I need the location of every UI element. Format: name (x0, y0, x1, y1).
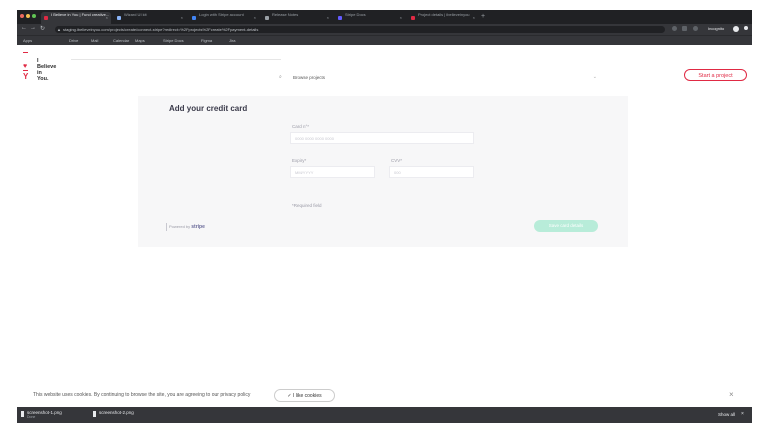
close-tab-icon[interactable]: × (106, 15, 108, 20)
card-number-field[interactable]: 0000 0000 0000 0000 (290, 132, 474, 144)
forward-icon[interactable]: → (30, 25, 36, 31)
key-icon[interactable] (672, 26, 677, 31)
cookie-banner: This website uses cookies. By continuing… (17, 386, 752, 407)
logo-bar (23, 70, 28, 71)
incognito-icon[interactable] (693, 26, 698, 31)
expiry-label: Expiry* (292, 158, 307, 163)
bookmark-item[interactable]: Stripe Docs (163, 38, 184, 43)
site-header: ♥ Y I Believe in You. ⌕ Browse projects … (17, 45, 752, 86)
site-favicon-icon (411, 16, 415, 20)
accept-cookies-label: I like cookies (292, 393, 322, 399)
close-icon[interactable]: × (729, 390, 734, 399)
start-project-button[interactable]: Start a project (684, 69, 747, 81)
browser-toolbar: ← → ↻ ▲ staging.ibelieveinyou.com/projec… (17, 24, 752, 35)
close-downloads-icon[interactable]: × (741, 411, 744, 417)
close-tab-icon[interactable]: × (254, 15, 256, 20)
site-favicon-icon (117, 16, 121, 20)
cvv-field[interactable]: 000 (389, 166, 474, 178)
file-icon (21, 411, 24, 417)
tab-label: Release Notes (272, 12, 299, 17)
bookmark-item[interactable]: Mail (91, 38, 98, 43)
arrow-icon[interactable]: ⌄ (593, 74, 597, 80)
expiry-field[interactable]: MM/YYYY (290, 166, 375, 178)
tab-label: I Believe in You | Fund creative... (51, 12, 110, 17)
logo-bar (23, 52, 28, 53)
browser-tab[interactable]: Release Notes × (262, 12, 332, 24)
logo-line: You. (37, 76, 49, 82)
tab-label: Wizard UI kit (124, 12, 147, 17)
close-window-icon[interactable] (20, 14, 24, 18)
bookmark-item[interactable]: Apps (23, 38, 32, 43)
save-card-button[interactable]: Save card details (534, 220, 598, 232)
downloads-bar: screenshot-1.png Done screenshot-2.png S… (17, 407, 752, 423)
header-divider (71, 59, 281, 60)
required-note: *Required field (292, 203, 322, 208)
browser-window: I Believe in You | Fund creative... × Wi… (17, 10, 752, 423)
reload-icon[interactable]: ↻ (40, 25, 45, 32)
powered-by-stripe: Powered by stripe (166, 223, 205, 231)
download-item[interactable]: screenshot-1.png Done (27, 410, 62, 419)
close-tab-icon[interactable]: × (181, 15, 183, 20)
stripe-logo: stripe (191, 224, 205, 230)
download-name: screenshot-2.png (99, 410, 134, 415)
menu-icon[interactable] (744, 26, 748, 30)
bookmark-item[interactable]: Figma (201, 38, 212, 43)
file-icon (93, 411, 96, 417)
lock-icon: ▲ (57, 27, 61, 32)
close-tab-icon[interactable]: × (473, 15, 475, 20)
minimize-window-icon[interactable] (26, 14, 30, 18)
brand-logo[interactable]: ♥ Y I Believe in You. (23, 51, 63, 82)
page-title: Add your credit card (169, 104, 248, 113)
cvv-label: CVV* (391, 158, 403, 163)
close-tab-icon[interactable]: × (400, 15, 402, 20)
tab-label: Project details | ibelieveinyou (418, 12, 470, 17)
browser-tab[interactable]: Wizard UI kit × (114, 12, 186, 24)
download-status: Done (27, 415, 36, 419)
browser-tab[interactable]: Stripe Docs × (335, 12, 405, 24)
logo-text: I Believe in You. (37, 58, 56, 82)
y-logo-icon: Y (23, 72, 29, 81)
site-favicon-icon (44, 16, 48, 20)
heart-icon: ♥ (23, 63, 28, 70)
browser-tab[interactable]: I Believe in You | Fund creative... × (41, 12, 111, 24)
show-all-button[interactable]: Show all (718, 412, 735, 417)
accept-cookies-button[interactable]: ✓ I like cookies (274, 389, 335, 402)
tab-label: Login with Stripe account (199, 12, 244, 17)
card-number-label: Card n°* (292, 124, 310, 129)
bookmark-item[interactable]: Calendar (113, 38, 129, 43)
browser-tab[interactable]: Project details | ibelieveinyou × (408, 12, 478, 24)
download-item[interactable]: screenshot-2.png (99, 410, 134, 415)
cookie-message: This website uses cookies. By continuing… (33, 392, 251, 398)
profile-label[interactable]: Incognito (708, 26, 724, 31)
bookmark-item[interactable]: Drive (69, 38, 78, 43)
site-favicon-icon (338, 16, 342, 20)
address-bar[interactable]: ▲ staging.ibelieveinyou.com/projects/cre… (55, 26, 665, 33)
bookmark-item[interactable]: Jira (229, 38, 235, 43)
bookmark-item[interactable]: Maps (135, 38, 145, 43)
close-tab-icon[interactable]: × (327, 15, 329, 20)
powered-by-text: Powered by (169, 224, 191, 229)
search-bar[interactable]: ⌕ Browse projects ⌄ (279, 74, 597, 84)
tab-label: Stripe Docs (345, 12, 366, 17)
tab-strip: I Believe in You | Fund creative... × Wi… (17, 10, 752, 24)
credit-card-form: Add your credit card Card n°* 0000 0000 … (138, 96, 628, 247)
back-icon[interactable]: ← (21, 25, 27, 31)
maximize-window-icon[interactable] (32, 14, 36, 18)
star-icon[interactable] (682, 26, 687, 31)
site-favicon-icon (192, 16, 196, 20)
browser-tab[interactable]: Login with Stripe account × (189, 12, 259, 24)
url-text: staging.ibelieveinyou.com/projects/creat… (63, 27, 259, 32)
site-favicon-icon (265, 16, 269, 20)
avatar[interactable] (733, 26, 739, 32)
new-tab-button[interactable]: + (481, 13, 485, 20)
search-input[interactable]: Browse projects (293, 75, 325, 80)
search-icon: ⌕ (279, 74, 282, 80)
